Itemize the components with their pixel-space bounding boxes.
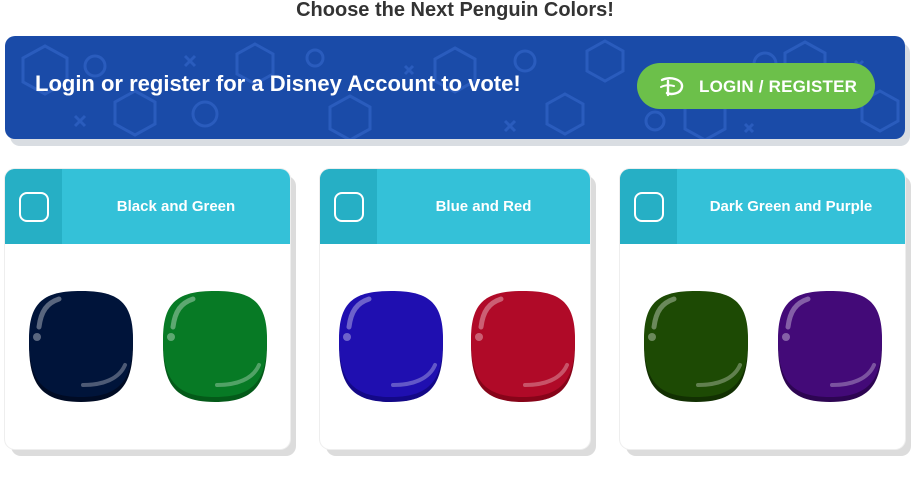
option-card-header: Dark Green and Purple: [620, 169, 905, 244]
color-swatch-purple: [778, 291, 882, 402]
disney-d-icon: [660, 77, 684, 97]
option-card-header: Black and Green: [5, 169, 290, 244]
color-swatch-dark-green: [644, 291, 748, 402]
login-register-button[interactable]: LOGIN / REGISTER: [637, 63, 875, 109]
login-prompt: Login or register for a Disney Account t…: [35, 71, 521, 96]
option-checkbox[interactable]: [634, 192, 664, 222]
login-banner: Login or register for a Disney Account t…: [5, 36, 905, 139]
option-checkbox-cell[interactable]: [320, 169, 377, 244]
color-swatch-red: [471, 291, 575, 402]
option-checkbox[interactable]: [334, 192, 364, 222]
option-title: Blue and Red: [435, 198, 532, 215]
option-card-header: Blue and Red: [320, 169, 590, 244]
option-checkbox-cell[interactable]: [620, 169, 677, 244]
option-checkbox[interactable]: [19, 192, 49, 222]
option-title: Black and Green: [116, 198, 236, 215]
page-title: Choose the Next Penguin Colors!: [296, 0, 614, 21]
option-card[interactable]: Black and Green: [5, 169, 290, 449]
color-swatch-green: [163, 291, 267, 402]
option-card[interactable]: Blue and Red: [320, 169, 590, 449]
color-swatch-black: [29, 291, 133, 402]
option-title: Dark Green and Purple: [709, 198, 873, 215]
option-card[interactable]: Dark Green and Purple: [620, 169, 905, 449]
color-swatch-blue: [339, 291, 443, 402]
option-checkbox-cell[interactable]: [5, 169, 62, 244]
login-register-label: LOGIN / REGISTER: [699, 77, 858, 96]
